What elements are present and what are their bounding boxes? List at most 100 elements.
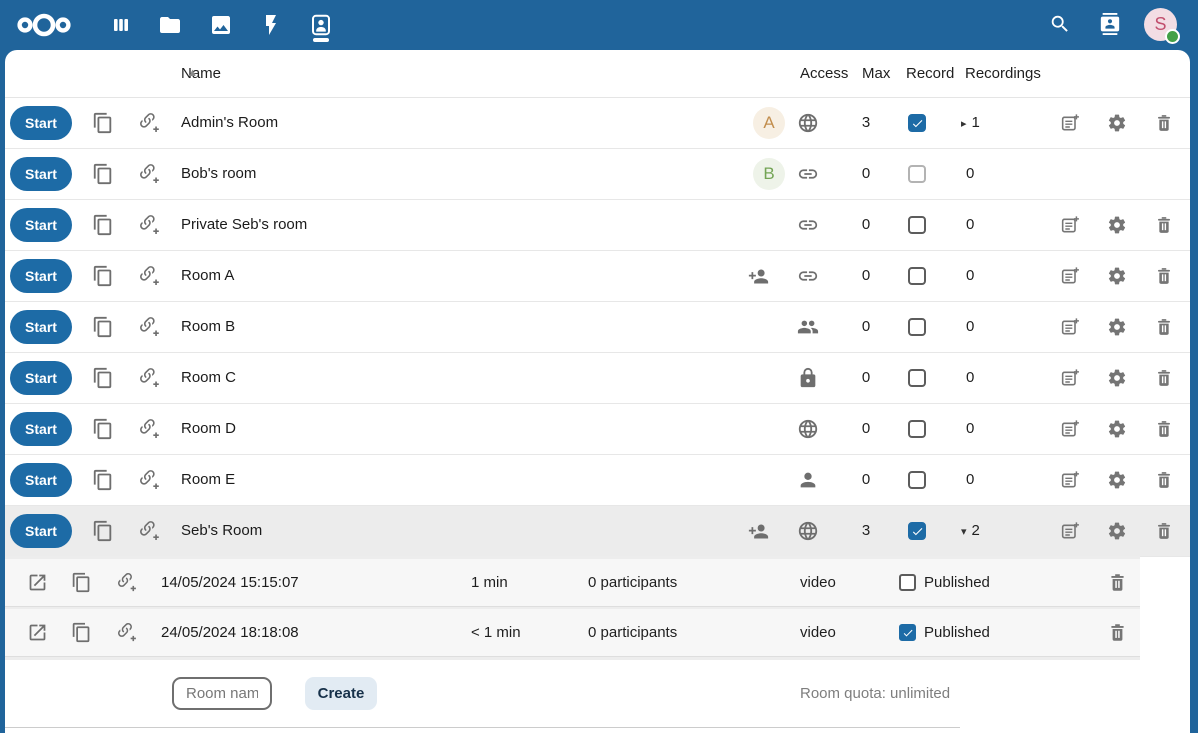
settings-icon[interactable] (1107, 317, 1127, 337)
table-row[interactable]: Start Seb's Room 3 ▾2 (5, 506, 1190, 557)
table-row[interactable]: Start Room C 0 0 (5, 353, 1190, 404)
delete-room-icon[interactable] (1154, 521, 1174, 541)
copy-room-link-icon[interactable] (92, 112, 114, 134)
invite-moderator-icon[interactable] (1060, 266, 1080, 286)
copy-room-link-icon[interactable] (92, 316, 114, 338)
table-row[interactable]: Start Bob's room B 0 0 (5, 149, 1190, 200)
settings-icon[interactable] (1107, 470, 1127, 490)
published-checkbox[interactable] (899, 574, 916, 591)
recordings-count[interactable]: ▾2 (961, 506, 1041, 557)
settings-icon[interactable] (1107, 368, 1127, 388)
invite-moderator-icon[interactable] (1060, 215, 1080, 235)
app-menu-dashboard-view-columns-icon[interactable] (109, 13, 133, 37)
add-link-icon[interactable] (139, 469, 161, 491)
add-recording-link-icon[interactable] (117, 572, 138, 593)
recordings-count[interactable]: 0 (961, 353, 1041, 404)
delete-room-icon[interactable] (1154, 368, 1174, 388)
table-row[interactable]: Start Room D 0 0 (5, 404, 1190, 455)
start-button[interactable]: Start (10, 208, 72, 242)
add-link-icon[interactable] (139, 265, 161, 287)
copy-room-link-icon[interactable] (92, 469, 114, 491)
copy-room-link-icon[interactable] (92, 520, 114, 542)
settings-icon[interactable] (1107, 113, 1127, 133)
delete-recording-icon[interactable] (1107, 572, 1128, 593)
add-link-icon[interactable] (139, 214, 161, 236)
recordings-count[interactable]: 0 (961, 149, 1041, 200)
record-checkbox[interactable] (908, 369, 926, 387)
add-link-icon[interactable] (139, 367, 161, 389)
search-icon[interactable] (1049, 13, 1071, 35)
record-checkbox[interactable] (908, 165, 926, 183)
invite-moderator-icon[interactable] (1060, 113, 1080, 133)
contacts-icon[interactable] (1099, 13, 1121, 35)
invite-moderator-icon[interactable] (1060, 368, 1080, 388)
start-button[interactable]: Start (10, 106, 72, 140)
delete-room-icon[interactable] (1154, 215, 1174, 235)
create-room-button[interactable]: Create (305, 677, 377, 710)
record-checkbox[interactable] (908, 318, 926, 336)
copy-recording-link-icon[interactable] (71, 572, 92, 593)
add-link-icon[interactable] (139, 112, 161, 134)
recordings-count[interactable]: 0 (961, 251, 1041, 302)
copy-room-link-icon[interactable] (92, 367, 114, 389)
open-recording-icon[interactable] (27, 572, 48, 593)
delete-room-icon[interactable] (1154, 419, 1174, 439)
nextcloud-logo-icon[interactable] (16, 10, 72, 40)
recordings-count[interactable]: 0 (961, 302, 1041, 353)
invite-moderator-icon[interactable] (1060, 317, 1080, 337)
start-button[interactable]: Start (10, 412, 72, 446)
delete-room-icon[interactable] (1154, 113, 1174, 133)
settings-icon[interactable] (1107, 419, 1127, 439)
table-row[interactable]: Start Private Seb's room 0 0 (5, 200, 1190, 251)
add-link-icon[interactable] (139, 163, 161, 185)
add-link-icon[interactable] (139, 520, 161, 542)
table-row[interactable]: Start Admin's Room A 3 ▸1 (5, 98, 1190, 149)
add-link-icon[interactable] (139, 316, 161, 338)
recordings-count[interactable]: 0 (961, 200, 1041, 251)
add-recording-link-icon[interactable] (117, 622, 138, 643)
recording-row[interactable]: 24/05/2024 18:18:08 < 1 min 0 participan… (5, 609, 1140, 657)
start-button[interactable]: Start (10, 157, 72, 191)
record-checkbox[interactable] (908, 267, 926, 285)
recordings-count[interactable]: ▸1 (961, 98, 1041, 149)
record-checkbox[interactable] (908, 471, 926, 489)
published-checkbox[interactable] (899, 624, 916, 641)
invite-moderator-icon[interactable] (1060, 521, 1080, 541)
record-checkbox[interactable] (908, 114, 926, 132)
app-menu-bbb-bbb-app-icon[interactable] (309, 13, 333, 37)
settings-icon[interactable] (1107, 215, 1127, 235)
settings-icon[interactable] (1107, 266, 1127, 286)
start-button[interactable]: Start (10, 514, 72, 548)
start-button[interactable]: Start (10, 310, 72, 344)
copy-room-link-icon[interactable] (92, 214, 114, 236)
app-menu-photos-image-icon[interactable] (209, 13, 233, 37)
table-row[interactable]: Start Room E 0 0 (5, 455, 1190, 506)
delete-room-icon[interactable] (1154, 317, 1174, 337)
record-checkbox[interactable] (908, 216, 926, 234)
open-recording-icon[interactable] (27, 622, 48, 643)
recording-row[interactable]: 14/05/2024 15:15:07 1 min 0 participants… (5, 559, 1140, 607)
settings-icon[interactable] (1107, 521, 1127, 541)
delete-room-icon[interactable] (1154, 266, 1174, 286)
record-checkbox[interactable] (908, 522, 926, 540)
room-name-input[interactable] (172, 677, 272, 710)
delete-recording-icon[interactable] (1107, 622, 1128, 643)
app-menu-files-folder-icon[interactable] (158, 13, 182, 37)
start-button[interactable]: Start (10, 259, 72, 293)
copy-recording-link-icon[interactable] (71, 622, 92, 643)
invite-moderator-icon[interactable] (1060, 419, 1080, 439)
copy-room-link-icon[interactable] (92, 265, 114, 287)
start-button[interactable]: Start (10, 463, 72, 497)
table-row[interactable]: Start Room B 0 0 (5, 302, 1190, 353)
table-row[interactable]: Start Room A 0 0 (5, 251, 1190, 302)
invite-moderator-icon[interactable] (1060, 470, 1080, 490)
recordings-count[interactable]: 0 (961, 455, 1041, 506)
delete-room-icon[interactable] (1154, 470, 1174, 490)
add-link-icon[interactable] (139, 418, 161, 440)
record-checkbox[interactable] (908, 420, 926, 438)
copy-room-link-icon[interactable] (92, 163, 114, 185)
copy-room-link-icon[interactable] (92, 418, 114, 440)
recordings-count[interactable]: 0 (961, 404, 1041, 455)
start-button[interactable]: Start (10, 361, 72, 395)
app-menu-activity-lightning-icon[interactable] (259, 13, 283, 37)
